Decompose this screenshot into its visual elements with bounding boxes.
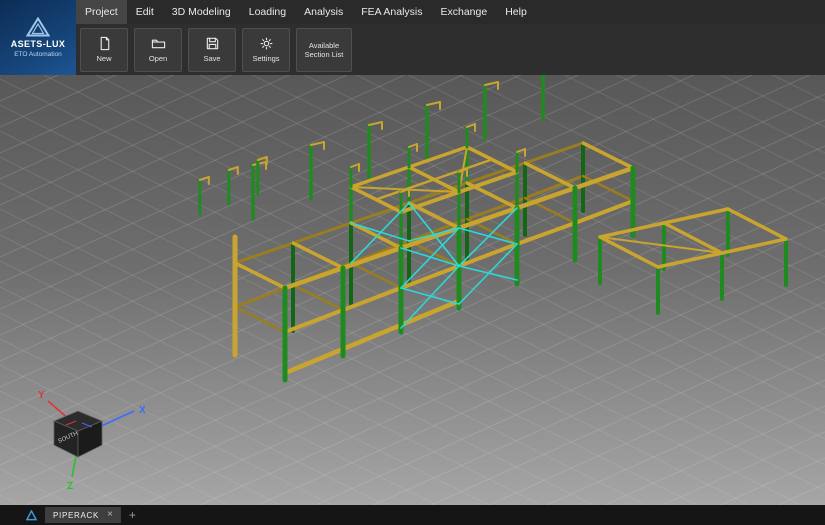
axis-y-label: Y xyxy=(38,390,45,401)
toolbar-button-label: Open xyxy=(148,54,168,63)
open-folder-icon xyxy=(151,39,165,49)
menu-item-3d-modeling[interactable]: 3D Modeling xyxy=(163,0,240,24)
tab-piperack[interactable]: PIPERACK × xyxy=(45,507,121,523)
tab-close-icon[interactable]: × xyxy=(107,510,113,520)
app-header: ASETS-LUX ETO Automation Project Edit 3D M… xyxy=(0,0,825,75)
tab-label: PIPERACK xyxy=(53,510,100,520)
toolbar: New Open Save Settings Available Section Lis… xyxy=(76,24,825,75)
app-logo: ASETS-LUX ETO Automation xyxy=(0,0,76,75)
brand-triangle-icon xyxy=(26,17,50,37)
toolbar-button-label: Available Section List xyxy=(304,40,344,59)
tab-bar: PIPERACK × + xyxy=(0,505,825,525)
orientation-gizmo[interactable]: SOUTH X Y Z xyxy=(26,381,158,493)
settings-button[interactable]: Settings xyxy=(242,27,290,72)
toolbar-button-label: Settings xyxy=(252,54,280,63)
viewport-3d[interactable]: SOUTH X Y Z xyxy=(0,75,825,505)
new-button[interactable]: New xyxy=(80,27,128,72)
menu-item-project[interactable]: Project xyxy=(76,0,127,24)
menu-item-exchange[interactable]: Exchange xyxy=(432,0,497,24)
brand-name: ASETS-LUX xyxy=(10,39,66,49)
menu-item-analysis[interactable]: Analysis xyxy=(295,0,352,24)
menu-item-help[interactable]: Help xyxy=(496,0,536,24)
axis-z-label: Z xyxy=(67,481,73,492)
available-section-list-button[interactable]: Available Section List xyxy=(296,27,352,72)
toolbar-button-label: New xyxy=(96,54,112,63)
toolbar-button-label: Save xyxy=(203,54,221,63)
menu-item-edit[interactable]: Edit xyxy=(127,0,163,24)
menu-bar: Project Edit 3D Modeling Loading Analysis FEA… xyxy=(76,0,825,24)
model-tab-icon xyxy=(26,509,37,520)
structure-model[interactable] xyxy=(198,75,788,383)
gear-icon xyxy=(260,37,272,50)
save-disk-icon xyxy=(206,37,218,50)
open-button[interactable]: Open xyxy=(134,27,182,72)
save-button[interactable]: Save xyxy=(188,27,236,72)
menu-item-loading[interactable]: Loading xyxy=(240,0,295,24)
axis-x-label: X xyxy=(139,405,146,416)
menu-item-fea-analysis[interactable]: FEA Analysis xyxy=(352,0,431,24)
brand-subtitle: ETO Automation xyxy=(14,51,62,58)
new-document-icon xyxy=(100,36,109,51)
new-tab-button[interactable]: + xyxy=(129,509,136,521)
